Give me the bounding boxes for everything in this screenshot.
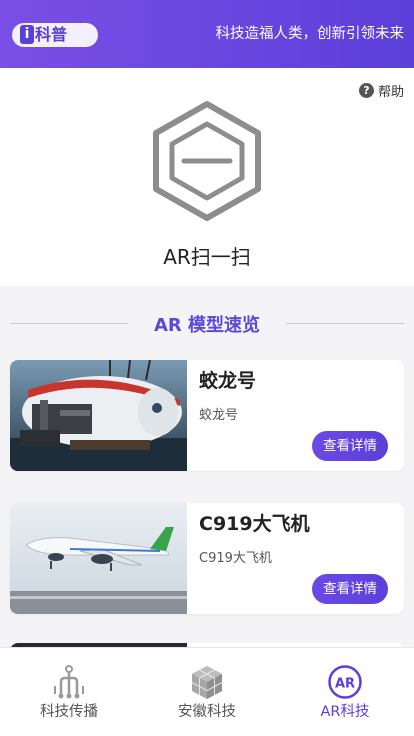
app-header: i 科普 科技造福人类，创新引领未来	[0, 0, 414, 68]
header-slogan: 科技造福人类，创新引领未来	[215, 26, 405, 42]
tab-science-communication[interactable]: 科技传播	[0, 648, 138, 736]
logo-text: 科普	[35, 25, 68, 44]
section-title: AR 模型速览	[153, 315, 261, 336]
help-button[interactable]: ? 帮助	[358, 81, 404, 100]
card-title: C919大飞机	[199, 513, 310, 535]
app-logo: i 科普	[12, 23, 98, 47]
card-subtitle: C919大飞机	[199, 551, 272, 566]
help-label: 帮助	[377, 85, 404, 100]
ar-icon: AR	[328, 665, 362, 699]
c919-image	[10, 503, 187, 614]
tab-label: 科技传播	[40, 704, 98, 720]
ar-scan-panel: ? 帮助 AR扫一扫	[0, 68, 414, 286]
model-card-jiaolong[interactable]: 蛟龙号 蛟龙号 查看详情	[10, 360, 404, 471]
card-subtitle: 蛟龙号	[199, 408, 239, 423]
view-details-button[interactable]: 查看详情	[312, 431, 388, 461]
tab-anhui-technology[interactable]: 安徽科技	[138, 648, 276, 736]
svg-text:AR: AR	[335, 677, 355, 692]
ar-scan-icon[interactable]	[150, 100, 264, 222]
ar-scan-label[interactable]: AR扫一扫	[0, 241, 414, 270]
divider-right	[286, 323, 404, 324]
tab-label: AR科技	[320, 704, 370, 720]
logo-letter: i	[20, 25, 34, 44]
view-details-button[interactable]: 查看详情	[312, 574, 388, 604]
card-title: 蛟龙号	[199, 370, 257, 392]
tab-label: 安徽科技	[178, 704, 236, 720]
bottom-tab-bar: 科技传播 安徽科技 AR AR科技	[0, 647, 414, 736]
section-header: AR 模型速览	[0, 303, 414, 343]
jiaolong-image	[10, 360, 187, 471]
model-card-c919[interactable]: C919大飞机 C919大飞机 查看详情	[10, 503, 404, 614]
cube-icon	[191, 666, 223, 699]
question-icon: ?	[358, 83, 374, 98]
network-icon	[54, 665, 84, 699]
tab-ar-technology[interactable]: AR AR科技	[276, 648, 414, 736]
